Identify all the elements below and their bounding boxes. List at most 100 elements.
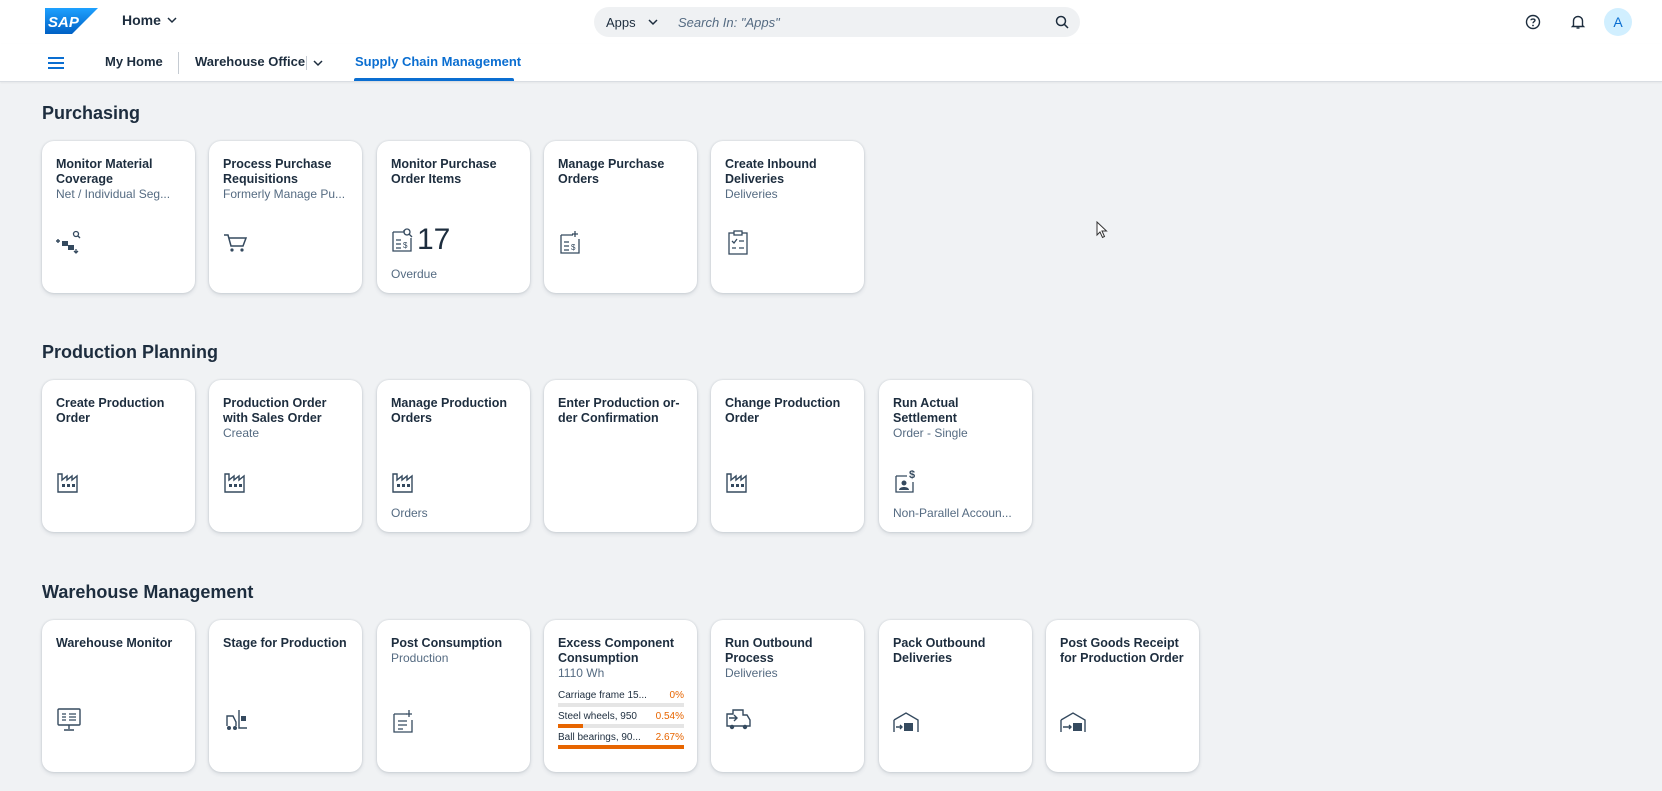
tile-title: Production Order with Sales Order Create xyxy=(223,396,353,441)
tile-subtitle: Deliveries xyxy=(725,666,778,680)
factory-icon xyxy=(224,473,245,493)
search-scope-select[interactable]: Apps xyxy=(594,15,672,30)
section-title-warehouse-management: Warehouse Management xyxy=(42,582,254,602)
tile-title: Run Actual Settlement Order - Single xyxy=(893,396,1023,441)
chevron-down-icon xyxy=(167,17,177,24)
warehouse-in-icon xyxy=(1060,712,1086,732)
section-title-production-planning: Production Planning xyxy=(42,342,218,362)
micro-chart-value: 2.67% xyxy=(655,732,684,743)
sap-logo-text: SAP xyxy=(48,14,80,31)
comparison-micro-chart: Carriage frame 15... 0% Steel wheels, 950… xyxy=(558,690,684,753)
tile-create-production-order[interactable]: Create Production Order xyxy=(42,380,195,532)
tile-title: Enter Production or-der Confirmation xyxy=(558,396,688,426)
nav-divider xyxy=(306,56,307,70)
nav-supply-chain-management[interactable]: Supply Chain Management xyxy=(355,54,521,69)
tile-post-consumption[interactable]: Post Consumption Production xyxy=(377,620,530,772)
micro-chart-value: 0% xyxy=(669,690,684,701)
tile-title: Manage Purchase Orders xyxy=(558,157,688,187)
micro-chart-label: Carriage frame 15... xyxy=(558,690,647,701)
tile-change-production-order[interactable]: Change Production Order xyxy=(711,380,864,532)
tile-title-text: Excess Component Consumption xyxy=(558,636,675,665)
tile-subtitle: Create xyxy=(223,426,260,440)
tile-title-text: Post Goods Receipt for Production Order xyxy=(1060,636,1184,665)
tile-post-goods-receipt-for-production-order[interactable]: Post Goods Receipt for Production Order xyxy=(1046,620,1199,772)
tile-title-text: Warehouse Monitor xyxy=(56,636,173,650)
tile-title-text: Manage Purchase Orders xyxy=(558,157,665,186)
tile-excess-component-consumption[interactable]: Excess Component Consumption 1110 Wh Car… xyxy=(544,620,697,772)
user-avatar[interactable]: A xyxy=(1604,8,1632,36)
search-button[interactable] xyxy=(1044,7,1080,37)
help-icon xyxy=(1525,14,1541,30)
tile-production-order-with-sales-order[interactable]: Production Order with Sales Order Create xyxy=(209,380,362,532)
kpi-value: $ 17 xyxy=(391,223,450,257)
nav-warehouse-office[interactable]: Warehouse Office xyxy=(195,54,305,69)
tile-title: Monitor Material Coverage Net / Individu… xyxy=(56,157,186,202)
tile-run-actual-settlement[interactable]: Run Actual Settlement Order - Single $ N… xyxy=(879,380,1032,532)
chevron-down-icon xyxy=(648,19,658,26)
nav-my-home[interactable]: My Home xyxy=(105,54,163,69)
material-coverage-icon xyxy=(56,230,81,254)
tile-title: Create Production Order xyxy=(56,396,186,426)
tile-footer: Orders xyxy=(391,506,428,520)
tile-title: Pack Outbound Deliveries xyxy=(893,636,1023,666)
search-bar: Apps xyxy=(594,7,1080,37)
help-button[interactable] xyxy=(1521,10,1545,34)
bell-icon xyxy=(1570,15,1586,29)
tile-title: Post Consumption Production xyxy=(391,636,521,666)
tile-title: Excess Component Consumption 1110 Wh xyxy=(558,636,688,681)
factory-icon xyxy=(392,473,413,493)
tile-title: Create Inbound Deliveries Deliveries xyxy=(725,157,855,202)
tile-title: Process Purchase Requisitions Formerly M… xyxy=(223,157,353,202)
tile-pack-outbound-deliveries[interactable]: Pack Outbound Deliveries xyxy=(879,620,1032,772)
tile-subtitle: Net / Individual Seg... xyxy=(56,187,171,201)
tile-title: Warehouse Monitor xyxy=(56,636,186,651)
shell-bar: SAP Home Apps A xyxy=(0,0,1662,44)
svg-text:$: $ xyxy=(403,241,408,250)
tile-title: Change Production Order xyxy=(725,396,855,426)
purchase-doc-search-icon: $ xyxy=(392,228,413,252)
mouse-cursor-icon xyxy=(1096,221,1108,239)
tile-title-text: Monitor Material Coverage xyxy=(56,157,153,186)
micro-chart-label: Ball bearings, 90... xyxy=(558,732,641,743)
space-navigation-bar: My Home Warehouse Office Supply Chain Ma… xyxy=(0,44,1662,82)
chevron-down-icon[interactable] xyxy=(313,58,323,68)
notifications-button[interactable] xyxy=(1566,10,1590,34)
nav-divider xyxy=(178,52,179,74)
tile-subtitle: Production xyxy=(391,651,449,665)
tile-stage-for-production[interactable]: Stage for Production xyxy=(209,620,362,772)
kpi-number: 17 xyxy=(417,223,451,256)
tile-manage-production-orders[interactable]: Manage Production Orders Orders xyxy=(377,380,530,532)
factory-icon xyxy=(57,473,78,493)
sap-logo[interactable]: SAP xyxy=(45,8,98,34)
active-tab-indicator xyxy=(354,78,514,81)
home-label: Home xyxy=(122,12,161,28)
tile-process-purchase-requisitions[interactable]: Process Purchase Requisitions Formerly M… xyxy=(209,141,362,293)
tile-title-text: Run Outbound Process xyxy=(725,636,813,665)
hamburger-menu-icon[interactable] xyxy=(48,56,64,70)
tile-footer: Non-Parallel Accoun... xyxy=(893,506,1012,520)
home-menu-button[interactable]: Home xyxy=(122,12,177,28)
tile-warehouse-monitor[interactable]: Warehouse Monitor xyxy=(42,620,195,772)
tile-title-text: Enter Production or-der Confirmation xyxy=(558,396,680,425)
purchase-doc-icon: $ xyxy=(560,231,580,254)
tile-run-outbound-process[interactable]: Run Outbound Process Deliveries xyxy=(711,620,864,772)
factory-icon xyxy=(726,473,747,493)
tile-title-text: Production Order with Sales Order xyxy=(223,396,327,425)
tile-title: Stage for Production xyxy=(223,636,353,651)
warehouse-out-icon xyxy=(893,712,919,732)
tile-enter-production-order-confirmation[interactable]: Enter Production or-der Confirmation xyxy=(544,380,697,532)
tile-monitor-material-coverage[interactable]: Monitor Material Coverage Net / Individu… xyxy=(42,141,195,293)
tile-manage-purchase-orders[interactable]: Manage Purchase Orders $ xyxy=(544,141,697,293)
monitor-icon xyxy=(57,708,81,731)
tile-monitor-purchase-order-items[interactable]: Monitor Purchase Order Items $ 17 Overdu… xyxy=(377,141,530,293)
shipping-icon xyxy=(726,709,751,730)
tile-subtitle: Deliveries xyxy=(725,187,778,201)
tile-title: Run Outbound Process Deliveries xyxy=(725,636,855,681)
svg-text:$: $ xyxy=(571,243,576,252)
tile-create-inbound-deliveries[interactable]: Create Inbound Deliveries Deliveries xyxy=(711,141,864,293)
tile-title-text: Change Production Order xyxy=(725,396,841,425)
post-document-icon xyxy=(393,710,413,733)
search-input[interactable] xyxy=(672,14,1044,30)
micro-chart-row: Steel wheels, 950 0.54% xyxy=(558,711,684,728)
tile-subtitle: Formerly Manage Pu... xyxy=(223,187,346,201)
